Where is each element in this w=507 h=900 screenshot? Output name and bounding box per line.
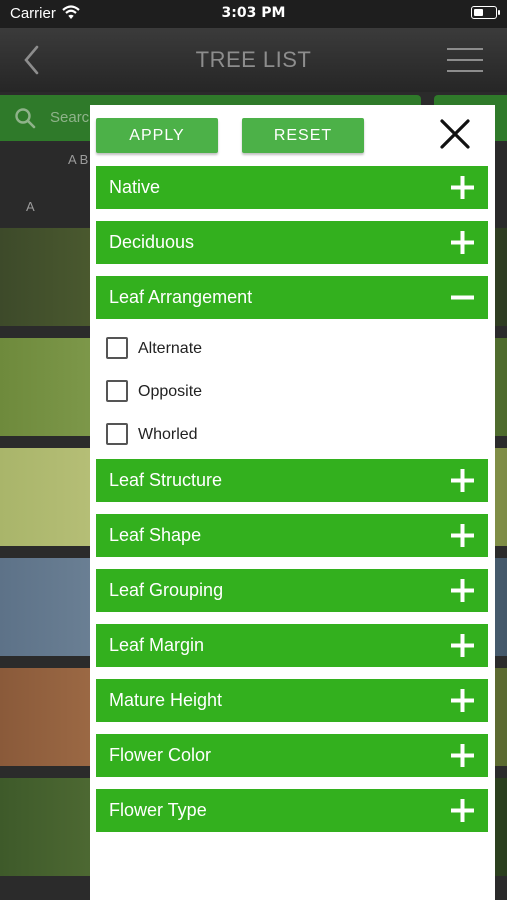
expand-plus-icon[interactable]: [449, 742, 476, 769]
filter-section-leaf-arrangement[interactable]: Leaf Arrangement: [96, 276, 488, 319]
checkbox[interactable]: [106, 423, 128, 445]
hamburger-menu-icon[interactable]: [447, 46, 483, 74]
expand-plus-icon[interactable]: [449, 687, 476, 714]
expand-plus-icon[interactable]: [449, 229, 476, 256]
filter-section-label: Leaf Structure: [109, 470, 223, 490]
expand-plus-icon[interactable]: [449, 797, 476, 824]
filter-modal: APPLY RESET Native Deciduous Leaf Arrang…: [90, 105, 495, 900]
expand-plus-icon[interactable]: [449, 632, 476, 659]
filter-section-label: Leaf Grouping: [109, 580, 224, 600]
page-title: TREE LIST: [195, 47, 312, 72]
reset-button[interactable]: RESET: [242, 118, 364, 153]
filter-section-flower-type[interactable]: Flower Type: [96, 789, 488, 832]
checkbox-label: Whorled: [138, 426, 198, 443]
filter-section-label: Flower Color: [109, 745, 212, 765]
checkbox-option-alternate[interactable]: Alternate: [106, 337, 366, 361]
filter-section-label: Leaf Shape: [109, 525, 202, 545]
filter-section-native[interactable]: Native: [96, 166, 488, 209]
filter-section-flower-color[interactable]: Flower Color: [96, 734, 488, 777]
close-icon[interactable]: [434, 113, 476, 155]
nav-bar: TREE LIST: [0, 28, 507, 92]
status-bar: Carrier 3:03 PM: [0, 0, 507, 28]
collapse-minus-icon[interactable]: [449, 284, 476, 311]
filter-section-leaf-grouping[interactable]: Leaf Grouping: [96, 569, 488, 612]
checkbox-label: Alternate: [138, 340, 203, 357]
checkbox[interactable]: [106, 380, 128, 402]
checkbox-option-whorled[interactable]: Whorled: [106, 423, 366, 447]
checkbox[interactable]: [106, 337, 128, 359]
expand-plus-icon[interactable]: [449, 467, 476, 494]
filter-section-leaf-shape[interactable]: Leaf Shape: [96, 514, 488, 557]
filter-section-label: Leaf Arrangement: [109, 287, 253, 307]
filter-section-leaf-structure[interactable]: Leaf Structure: [96, 459, 488, 502]
filter-section-deciduous[interactable]: Deciduous: [96, 221, 488, 264]
filter-section-label: Native: [109, 177, 161, 197]
checkbox-label: Opposite: [138, 383, 203, 400]
filter-section-leaf-margin[interactable]: Leaf Margin: [96, 624, 488, 667]
section-letter: A: [26, 199, 35, 214]
filter-section-label: Deciduous: [109, 232, 195, 252]
checkbox-option-opposite[interactable]: Opposite: [106, 380, 366, 404]
battery-icon: [471, 6, 500, 19]
filter-section-label: Flower Type: [109, 800, 207, 820]
filter-section-label: Mature Height: [109, 690, 223, 710]
apply-button[interactable]: APPLY: [96, 118, 218, 153]
expand-plus-icon[interactable]: [449, 522, 476, 549]
alphabet-row[interactable]: A B: [68, 152, 88, 167]
search-icon: [15, 108, 36, 129]
filter-section-label: Leaf Margin: [109, 635, 205, 655]
expand-plus-icon[interactable]: [449, 577, 476, 604]
filter-section-mature-height[interactable]: Mature Height: [96, 679, 488, 722]
clock-label: 3:03 PM: [221, 5, 286, 21]
expand-plus-icon[interactable]: [449, 174, 476, 201]
